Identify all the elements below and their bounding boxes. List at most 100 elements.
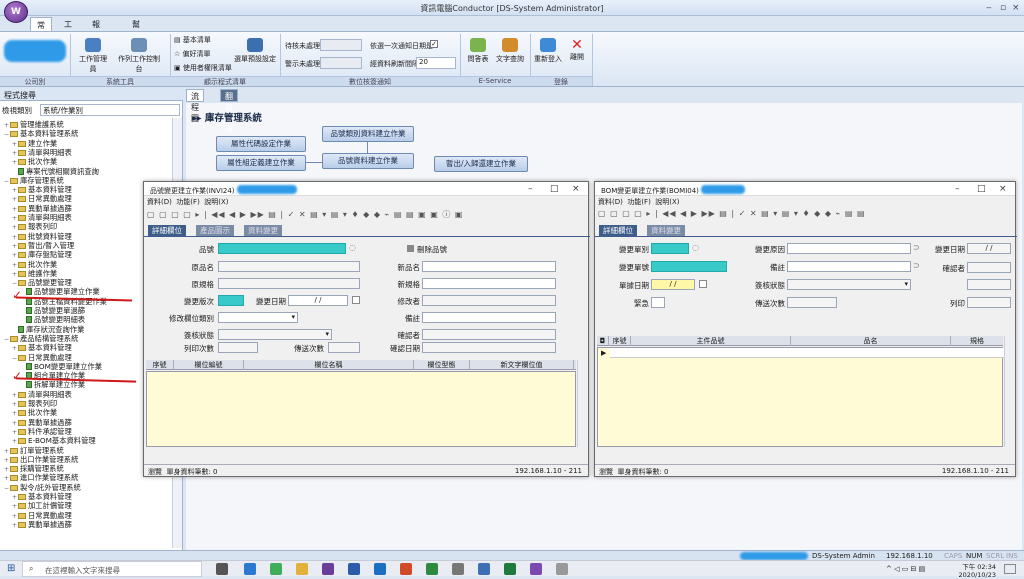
- tree-folder-item[interactable]: + 異動單據過篩: [12, 520, 72, 529]
- tree-folder-item[interactable]: + 採購管理系統: [4, 464, 64, 473]
- ribbon-tab-help[interactable]: 幫助: [126, 17, 146, 40]
- tree-folder-item[interactable]: − 製令/託外管理系統: [4, 483, 81, 492]
- taskbar-clock[interactable]: 下午 02:34 2020/10/23: [956, 561, 996, 579]
- tree-folder-item[interactable]: + 基本資料管理: [12, 343, 72, 352]
- item-input[interactable]: [218, 243, 346, 254]
- app-icon[interactable]: [556, 563, 568, 575]
- tree-folder-item[interactable]: − 基本資料管理系統: [4, 129, 78, 138]
- tab-detail[interactable]: 詳細欄位: [599, 225, 637, 236]
- app-icon[interactable]: [426, 563, 438, 575]
- ribbon-tab-home[interactable]: 常用: [30, 17, 52, 41]
- dialog-toolbar[interactable]: ▢ ▢ ▢ ▢ ▸ | ◀◀ ◀ ▶ ▶▶ ▤ | ✓ ✕ ▤ ▾ ▤ ▾ ♦ …: [595, 208, 1015, 222]
- detail-grid-body[interactable]: [146, 371, 576, 447]
- app-icon[interactable]: [452, 563, 464, 575]
- tree-folder-item[interactable]: + 維護作業: [12, 269, 57, 278]
- col-spec[interactable]: 規格: [951, 336, 1003, 346]
- col-new-text[interactable]: 新文字欄位值: [470, 360, 574, 370]
- tree-leaf-item[interactable]: 品號變更單過篩: [20, 306, 85, 315]
- view-category-select[interactable]: 系統/作業別: [40, 104, 180, 116]
- tree-folder-item[interactable]: + 基本資料管理: [12, 492, 72, 501]
- mod-type-select[interactable]: ▾: [218, 312, 298, 323]
- tree-folder-item[interactable]: + 批次作業: [12, 157, 57, 166]
- tree-folder-item[interactable]: + 基本資料管理: [12, 185, 72, 194]
- note-input[interactable]: [787, 261, 911, 272]
- tray-icons[interactable]: ^ ◁ ▭ ⊟ ▤: [886, 565, 925, 573]
- tree-leaf-item[interactable]: BOM變更單建立作業: [20, 362, 102, 371]
- flow-item-category[interactable]: 品號類別資料建立作業: [322, 126, 414, 142]
- menu-help[interactable]: 說明(X): [655, 198, 679, 206]
- col-seq[interactable]: 序號: [146, 360, 174, 370]
- tree-leaf-item[interactable]: 專案代號相關資訊查詢: [12, 167, 99, 176]
- tree-folder-item[interactable]: + 訂單管理系統: [4, 446, 64, 455]
- tree-folder-item[interactable]: + 異動單據過篩: [12, 418, 72, 427]
- grid-scrollbar[interactable]: [1004, 336, 1014, 447]
- minimize-icon[interactable]: ‒: [986, 3, 992, 13]
- tab-notify[interactable]: 翻寫檢核通知: [220, 89, 238, 156]
- menu-help[interactable]: 說明(X): [204, 198, 228, 206]
- expand-icon[interactable]: ⊃: [913, 243, 920, 252]
- windows-start-icon[interactable]: ⊞: [7, 564, 15, 574]
- qa-button[interactable]: 問答表: [464, 38, 492, 64]
- tab-image[interactable]: 產品圖示: [196, 225, 234, 236]
- app-icon[interactable]: [400, 563, 412, 575]
- col-field-type[interactable]: 欄位型態: [414, 360, 470, 370]
- menu-data[interactable]: 資料(D): [598, 198, 623, 206]
- explorer-icon[interactable]: [296, 563, 308, 575]
- tree-folder-item[interactable]: + 日常異動處理: [12, 511, 72, 520]
- tree-folder-item[interactable]: − 產品結構管理系統: [4, 334, 78, 343]
- close-icon[interactable]: ×: [1012, 3, 1020, 13]
- chrome-icon[interactable]: [270, 563, 282, 575]
- tree-folder-item[interactable]: + 建立作業: [12, 139, 57, 148]
- tree-folder-item[interactable]: + 批號資料管理: [12, 232, 72, 241]
- version-input[interactable]: [218, 295, 244, 306]
- minimize-icon[interactable]: –: [528, 184, 533, 194]
- dialog-toolbar[interactable]: ▢ ▢ ▢ ▢ ▸ | ◀◀ ◀ ▶ ▶▶ ▤ | ✓ ✕ ▤ ▾ ▤ ▾ ♦ …: [144, 208, 588, 222]
- user-auth-button[interactable]: ▣ 使用者權限清單: [174, 63, 232, 73]
- tree-leaf-item[interactable]: 品號變更單建立作業: [20, 287, 100, 296]
- tree-folder-item[interactable]: + 出口作業管理系統: [4, 455, 78, 464]
- restore-icon[interactable]: ▫: [1000, 3, 1006, 13]
- col-field-name[interactable]: 欄位名稱: [244, 360, 414, 370]
- outlook-icon[interactable]: [374, 563, 386, 575]
- maximize-icon[interactable]: □: [550, 184, 559, 194]
- new-name-field[interactable]: [422, 261, 556, 272]
- tree-folder-item[interactable]: + 清單與明細表: [12, 213, 72, 222]
- task-view-icon[interactable]: [216, 563, 228, 575]
- tree-folder-item[interactable]: + 清單與明細表: [12, 390, 72, 399]
- tree-folder-item[interactable]: + 清單與明細表: [12, 148, 72, 157]
- tree-folder-item[interactable]: + 庫存盤點管理: [12, 250, 72, 259]
- menu-data[interactable]: 資料(D): [147, 198, 172, 206]
- refresh-interval-select[interactable]: 20: [416, 57, 456, 69]
- tree-folder-item[interactable]: + 批次作業: [12, 408, 57, 417]
- doc-date-input[interactable]: / /: [651, 279, 695, 290]
- urgent-checkbox[interactable]: [651, 297, 665, 308]
- close-icon[interactable]: ×: [999, 184, 1007, 194]
- change-no-input[interactable]: [651, 261, 727, 272]
- tree-folder-item[interactable]: − 日常異動處理: [12, 353, 72, 362]
- work-manager-button[interactable]: 工作管理員: [76, 38, 110, 74]
- maximize-icon[interactable]: □: [977, 184, 986, 194]
- app-icon[interactable]: [478, 563, 490, 575]
- tree-folder-item[interactable]: + 暫出/暫入管理: [12, 241, 74, 250]
- grid-scrollbar[interactable]: [577, 360, 587, 447]
- tree-folder-item[interactable]: + 報表列印: [12, 222, 57, 231]
- conductor-icon[interactable]: [322, 563, 334, 575]
- flow-temp-return[interactable]: 暫出/入歸還建立作業: [434, 156, 528, 172]
- minimize-icon[interactable]: –: [955, 184, 960, 194]
- tree-folder-item[interactable]: + 異動單據過篩: [12, 204, 72, 213]
- taskbar-search[interactable]: ⌕ 在這裡輸入文字來搜尋: [22, 561, 202, 577]
- change-type-input[interactable]: [651, 243, 689, 254]
- flow-attr-code[interactable]: 屬性代碼設定作業: [216, 136, 306, 152]
- tree-folder-item[interactable]: + 進口作業管理系統: [4, 473, 78, 482]
- tree-folder-item[interactable]: + 加工計價管理: [12, 501, 72, 510]
- word-icon[interactable]: [348, 563, 360, 575]
- table-row[interactable]: [610, 348, 1004, 358]
- col-main-item[interactable]: 主件品號: [631, 336, 791, 346]
- bom-grid-body[interactable]: ▶: [597, 347, 1004, 447]
- calendar-icon[interactable]: [352, 296, 360, 304]
- tree-folder-item[interactable]: + 報表列印: [12, 399, 57, 408]
- note-input[interactable]: [422, 312, 556, 323]
- tab-flowchart[interactable]: 流程圖: [186, 89, 204, 123]
- tree-folder-item[interactable]: − 品號變更管理: [12, 278, 72, 287]
- reminder-checkbox[interactable]: ✓: [430, 40, 438, 48]
